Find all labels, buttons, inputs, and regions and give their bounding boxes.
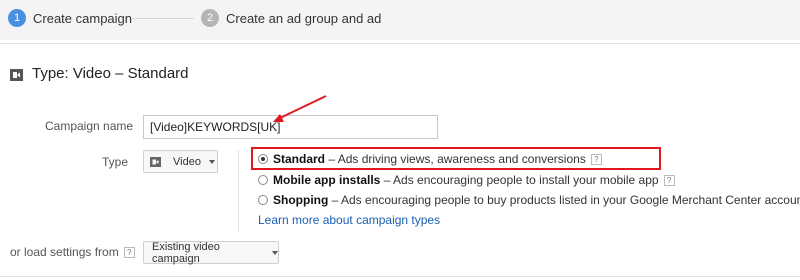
radio-standard[interactable] — [258, 154, 268, 164]
annotation-arrow — [273, 95, 327, 122]
option-shopping-name: Shopping — [273, 193, 329, 207]
type-dropdown[interactable]: Video — [143, 150, 218, 173]
video-camera-icon — [10, 68, 23, 81]
help-icon[interactable]: ? — [663, 175, 675, 187]
campaign-name-label: Campaign name — [45, 119, 134, 133]
footer-divider — [0, 276, 800, 277]
option-shopping-desc: – Ads encouraging people to buy products… — [328, 193, 800, 207]
type-dropdown-label: Video — [173, 155, 201, 168]
option-mobile-name: Mobile app installs — [273, 173, 381, 187]
step-2-indicator[interactable]: 2 — [201, 9, 219, 27]
radio-shopping[interactable] — [258, 195, 268, 205]
video-camera-icon — [150, 156, 161, 167]
option-mobile-app-installs[interactable]: Mobile app installs – Ads encouraging pe… — [273, 173, 675, 187]
option-shopping[interactable]: Shopping – Ads encouraging people to buy… — [273, 193, 800, 207]
existing-campaign-dropdown[interactable]: Existing video campaign — [143, 240, 279, 265]
load-settings-label: or load settings from? — [10, 245, 135, 259]
step-2-label[interactable]: Create an ad group and ad — [226, 11, 381, 26]
help-icon[interactable]: ? — [123, 247, 135, 259]
header-divider — [0, 43, 800, 44]
option-mobile-desc: – Ads encouraging people to install your… — [380, 173, 659, 187]
option-standard-name: Standard — [273, 152, 326, 166]
load-settings-text: or load settings from — [10, 245, 119, 259]
step-1-label[interactable]: Create campaign — [33, 11, 132, 26]
radio-selected-dot — [261, 157, 265, 161]
chevron-down-icon — [208, 159, 215, 164]
section-title: Type: Video – Standard — [32, 65, 189, 82]
stepper: 1 Create campaign 2 Create an ad group a… — [0, 0, 800, 40]
options-divider — [238, 150, 239, 232]
type-label: Type — [102, 155, 129, 169]
chevron-down-icon — [272, 250, 278, 255]
step-connector — [132, 18, 194, 19]
existing-campaign-dropdown-label: Existing video campaign — [152, 240, 220, 265]
step-1-indicator[interactable]: 1 — [8, 9, 26, 27]
learn-more-link[interactable]: Learn more about campaign types — [258, 213, 440, 227]
help-icon[interactable]: ? — [590, 154, 602, 166]
option-standard-desc: – Ads driving views, awareness and conve… — [325, 152, 586, 166]
radio-mobile-app-installs[interactable] — [258, 175, 268, 185]
option-standard[interactable]: Standard – Ads driving views, awareness … — [273, 152, 602, 166]
